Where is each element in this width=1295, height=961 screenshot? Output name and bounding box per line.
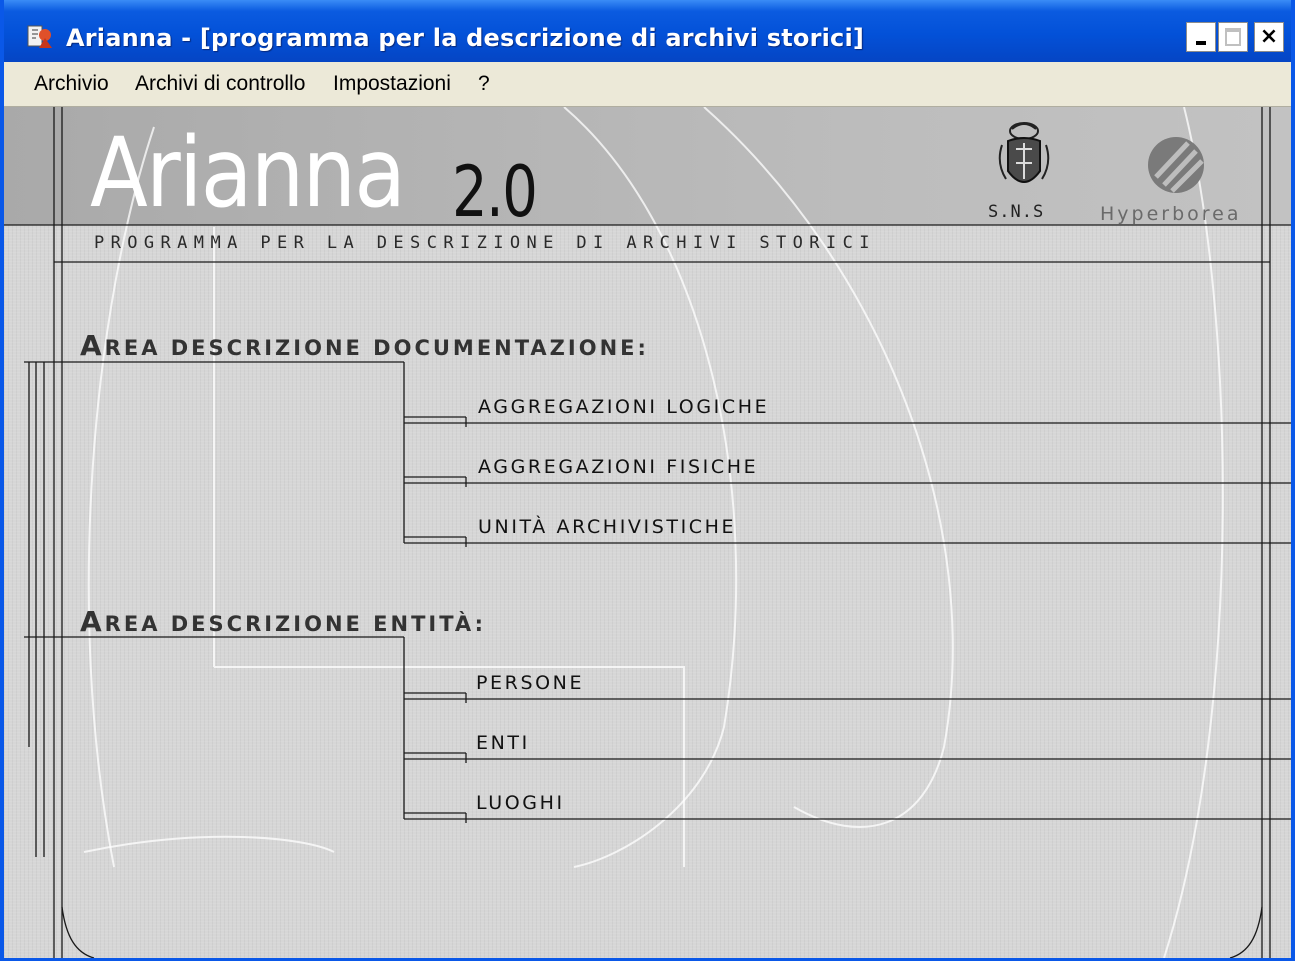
app-subtitle: PROGRAMMA PER LA DESCRIZIONE DI ARCHIVI … bbox=[94, 233, 876, 253]
menu-impostazioni[interactable]: Impostazioni bbox=[333, 72, 451, 96]
menu-archivi-di-controllo[interactable]: Archivi di controllo bbox=[135, 72, 305, 96]
area-documentazione-heading: Area descrizione documentazione: bbox=[80, 329, 649, 362]
maximize-button[interactable] bbox=[1218, 22, 1248, 52]
maximize-icon bbox=[1225, 28, 1241, 46]
app-window: Arianna - [programma per la descrizione … bbox=[0, 0, 1295, 961]
area-entita-heading: Area descrizione entità: bbox=[80, 605, 486, 638]
logo-name: Arianna bbox=[90, 117, 406, 229]
minimize-button[interactable] bbox=[1186, 22, 1216, 52]
sns-label: S.N.S bbox=[988, 202, 1045, 222]
heading-initial: A bbox=[80, 605, 105, 638]
app-icon bbox=[27, 25, 52, 48]
heading-initial: A bbox=[80, 329, 105, 362]
link-luoghi[interactable]: Luoghi bbox=[476, 792, 565, 814]
logo-version: 2.0 bbox=[452, 151, 538, 233]
link-unita-archivistiche[interactable]: Unità archivistiche bbox=[478, 516, 736, 538]
main-panel: Arianna 2.0 PROGRAMMA PER LA DESCRIZIONE… bbox=[4, 107, 1291, 958]
close-icon: × bbox=[1259, 24, 1279, 49]
menu-bar: Archivio Archivi di controllo Impostazio… bbox=[4, 62, 1291, 107]
minimize-icon bbox=[1196, 41, 1206, 45]
menu-archivio[interactable]: Archivio bbox=[34, 72, 109, 96]
link-aggregazioni-logiche[interactable]: Aggregazioni logiche bbox=[478, 396, 769, 418]
heading-text: rea descrizione documentazione: bbox=[104, 336, 649, 360]
link-enti[interactable]: Enti bbox=[476, 732, 530, 754]
window-title: Arianna - [programma per la descrizione … bbox=[66, 24, 865, 52]
heading-text: rea descrizione entità: bbox=[104, 612, 486, 636]
hyperborea-logo-icon bbox=[1148, 137, 1204, 193]
link-aggregazioni-fisiche[interactable]: Aggregazioni fisiche bbox=[478, 456, 758, 478]
sns-crest-icon bbox=[998, 122, 1050, 183]
close-button[interactable]: × bbox=[1254, 22, 1284, 52]
hyperborea-label: Hyperborea bbox=[1100, 203, 1242, 225]
title-bar[interactable]: Arianna - [programma per la descrizione … bbox=[4, 0, 1291, 63]
link-persone[interactable]: Persone bbox=[476, 672, 584, 694]
menu-help[interactable]: ? bbox=[478, 72, 490, 96]
